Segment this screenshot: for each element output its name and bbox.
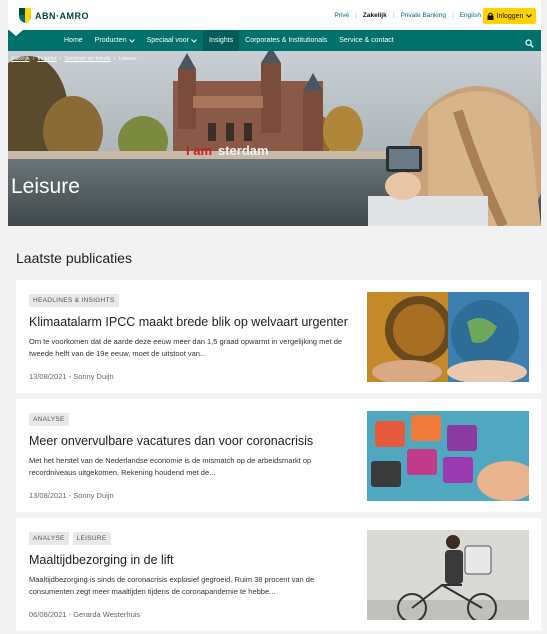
- hero-banner: I am sterdam Zakelijk › Insights › Secto…: [8, 51, 541, 226]
- svg-text:sterdam: sterdam: [218, 143, 269, 158]
- publication-meta: 13/08/2021 - Sonny Duijn: [29, 491, 114, 500]
- publication-image: [367, 411, 529, 501]
- util-link-private-banking[interactable]: Private Banking: [400, 12, 446, 19]
- publication-excerpt: Maaltijdbezorging is sinds de coronacris…: [29, 575, 315, 596]
- chevron-down-icon: [128, 38, 135, 43]
- top-utility-bar: ABN·AMRO Privé | Zakelijk | Private Bank…: [8, 0, 541, 30]
- publication-title[interactable]: Klimaatalarm IPCC maakt brede blik op we…: [29, 315, 359, 329]
- publication-title[interactable]: Maaltijdbezorging in de lift: [29, 553, 359, 567]
- section-title: Laatste publicaties: [16, 250, 132, 266]
- publication-meta: 13/08/2021 - Sonny Duijn: [29, 372, 114, 381]
- tag-list: HEADLINES & INSIGHTS: [29, 294, 119, 307]
- nav-item-service-contact[interactable]: Service & contact: [333, 30, 399, 51]
- svg-text:I am: I am: [186, 143, 212, 158]
- abn-amro-shield-icon: [19, 8, 31, 23]
- page-title: Leisure: [11, 175, 80, 198]
- nav-item-insights[interactable]: Insights: [203, 30, 240, 51]
- nav-item-speciaal-voor[interactable]: Speciaal voor: [141, 30, 203, 51]
- tag-list: ANALYSE: [29, 413, 69, 426]
- publication-image: [367, 292, 529, 382]
- breadcrumb-insights[interactable]: Insights: [38, 56, 57, 62]
- chevron-down-icon: [191, 38, 197, 43]
- chevron-down-icon: [526, 14, 533, 18]
- util-link-english[interactable]: English: [460, 12, 481, 19]
- publication-excerpt: Met het herstel van de Nederlandse econo…: [29, 456, 312, 477]
- breadcrumb-sectoren[interactable]: Sectoren en trends: [64, 56, 110, 62]
- publication-meta: 06/08/2021 - Gerarda Westerhuis: [29, 610, 141, 619]
- publication-excerpt: Om te voorkomen dat de aarde deze eeuw m…: [29, 337, 343, 358]
- lock-icon: [487, 12, 494, 20]
- breadcrumb: Zakelijk › Insights › Sectoren en trends…: [11, 56, 137, 62]
- breadcrumb-current: Leisure: [118, 56, 137, 62]
- nav-notch: [9, 30, 23, 36]
- login-label: Inloggen: [496, 12, 524, 20]
- nav-item-producten[interactable]: Producten: [89, 30, 141, 51]
- nav-item-home[interactable]: Home: [58, 30, 89, 51]
- publication-image: [367, 530, 529, 620]
- tag[interactable]: LEISURE: [72, 532, 111, 545]
- utility-links: Privé | Zakelijk | Private Banking | Eng…: [334, 12, 481, 19]
- publication-title[interactable]: Meer onvervulbare vacatures dan voor cor…: [29, 434, 359, 448]
- hero-image: I am sterdam: [8, 51, 541, 226]
- tag[interactable]: HEADLINES & INSIGHTS: [29, 294, 119, 307]
- publication-card[interactable]: ANALYSE LEISURE Maaltijdbezorging in de …: [16, 518, 541, 631]
- util-link-zakelijk[interactable]: Zakelijk: [363, 12, 387, 19]
- tag[interactable]: ANALYSE: [29, 413, 69, 426]
- abn-amro-logo[interactable]: ABN·AMRO: [19, 8, 89, 23]
- login-button[interactable]: Inloggen: [483, 8, 536, 24]
- main-navigation: Home Producten Speciaal voor Insights Co…: [8, 30, 541, 51]
- breadcrumb-zakelijk[interactable]: Zakelijk: [11, 56, 30, 62]
- brand-name: ABN·AMRO: [35, 10, 89, 21]
- tag[interactable]: ANALYSE: [29, 532, 69, 545]
- publication-card[interactable]: ANALYSE Meer onvervulbare vacatures dan …: [16, 399, 541, 512]
- publication-card[interactable]: HEADLINES & INSIGHTS Klimaatalarm IPCC m…: [16, 280, 541, 393]
- nav-item-corporates[interactable]: Corporates & Institutionals: [239, 30, 333, 51]
- util-link-prive[interactable]: Privé: [334, 12, 349, 19]
- tag-list: ANALYSE LEISURE: [29, 532, 111, 545]
